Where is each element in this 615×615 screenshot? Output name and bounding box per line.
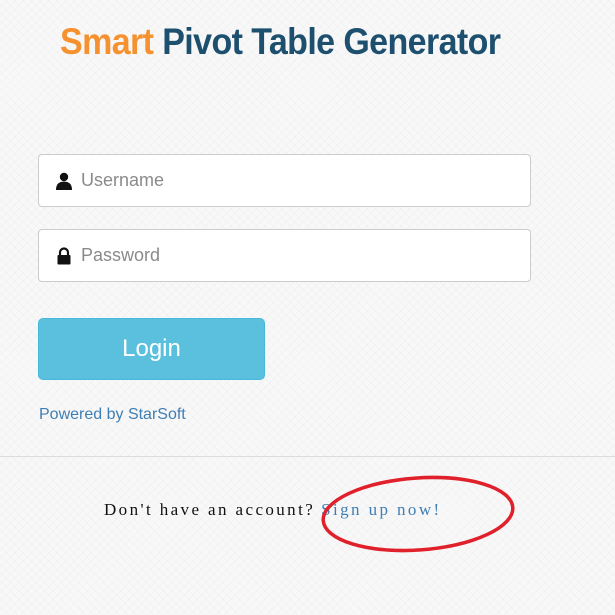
signup-row: Don't have an account? Sign up now!: [104, 499, 442, 521]
lock-icon: [55, 247, 73, 265]
user-icon: [55, 172, 73, 190]
login-button[interactable]: Login: [38, 318, 265, 380]
username-input[interactable]: [81, 155, 521, 206]
section-divider: [0, 456, 615, 457]
password-input[interactable]: [81, 230, 521, 281]
username-field[interactable]: [38, 154, 531, 207]
password-field[interactable]: [38, 229, 531, 282]
app-logo: Smart Pivot Table Generator: [60, 18, 501, 66]
powered-by-link[interactable]: Powered by StarSoft: [39, 405, 186, 425]
logo-word-smart: Smart: [60, 21, 154, 63]
signup-link[interactable]: Sign up now!: [321, 500, 441, 519]
logo-title: Pivot Table Generator: [162, 21, 501, 63]
signup-prompt: Don't have an account?: [104, 500, 316, 519]
